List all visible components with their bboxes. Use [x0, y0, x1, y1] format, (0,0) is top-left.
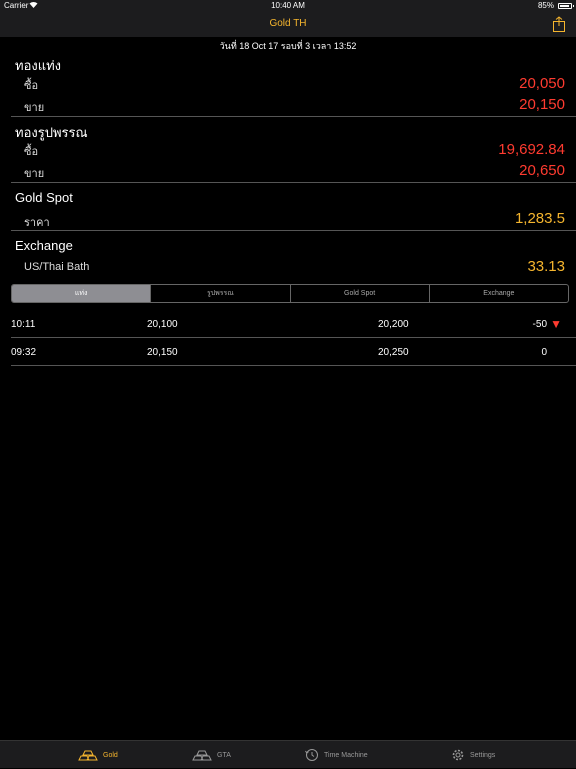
status-bar: Carrier 10:40 AM 85% — [0, 0, 576, 12]
tab-settings[interactable]: Settings — [451, 741, 495, 769]
history-time: 09:32 — [11, 347, 37, 358]
exchange-rate-value: 33.13 — [527, 258, 565, 275]
tab-gta-label: GTA — [217, 751, 231, 759]
tab-time-machine-label: Time Machine — [324, 751, 368, 759]
gold-spot-price-label: ราคา — [24, 217, 50, 229]
history-buy: 20,150 — [147, 347, 178, 358]
divider — [11, 365, 576, 366]
battery-icon — [558, 3, 574, 9]
gold-bars-outline-icon — [192, 750, 212, 761]
navigation-bar: Gold TH — [0, 12, 576, 37]
gold-bar-buy-label: ซื้อ — [24, 80, 39, 92]
gold-ornament-title: ทองรูปพรรณ — [15, 125, 88, 140]
gold-ornament-buy-label: ซื้อ — [24, 146, 39, 158]
history-change: -50 — [532, 319, 547, 330]
history-time: 10:11 — [11, 319, 36, 330]
gold-ornament-sell-value: 20,650 — [519, 162, 565, 179]
gold-bar-sell-value: 20,150 — [519, 96, 565, 113]
gold-spot-price-value: 1,283.5 — [514, 210, 565, 227]
history-sell: 20,250 — [378, 347, 409, 358]
table-row: 09:32 20,150 20,250 0 — [0, 338, 576, 366]
history-buy: 20,100 — [147, 319, 178, 330]
gold-bar-title: ทองแท่ง — [15, 58, 62, 73]
gear-icon — [452, 749, 464, 761]
tab-gold-label: Gold — [103, 751, 118, 759]
divider — [11, 230, 576, 231]
divider — [11, 182, 576, 183]
gold-ornament-buy-value: 19,692.84 — [498, 141, 565, 158]
down-arrow-icon: ▼ — [550, 317, 562, 331]
tab-time-machine[interactable]: Time Machine — [305, 741, 368, 769]
tab-bar: Gold GTA Time Machine Settings — [0, 740, 576, 768]
gold-bars-icon — [78, 750, 98, 761]
history-change: 0 — [541, 347, 547, 358]
segment-gold-bar[interactable]: แท่ง — [12, 285, 151, 302]
divider — [11, 116, 576, 117]
status-time: 10:40 AM — [271, 1, 305, 10]
gold-spot-title: Gold Spot — [15, 190, 73, 205]
exchange-title: Exchange — [15, 238, 73, 253]
tab-settings-label: Settings — [470, 751, 496, 759]
segment-gold-ornament[interactable]: รูปพรรณ — [150, 285, 289, 302]
segment-gold-spot[interactable]: Gold Spot — [289, 285, 429, 302]
segment-exchange[interactable]: Exchange — [428, 285, 568, 302]
tab-gta[interactable]: GTA — [192, 741, 231, 769]
gold-bar-sell-label: ขาย — [24, 102, 45, 114]
share-icon[interactable] — [552, 16, 566, 32]
tab-gold[interactable]: Gold — [78, 741, 118, 769]
page-title: Gold TH — [269, 18, 307, 29]
segmented-control: แท่ง รูปพรรณ Gold Spot Exchange — [11, 284, 569, 303]
history-sell: 20,200 — [378, 319, 409, 330]
clock-history-icon — [305, 749, 318, 761]
gold-ornament-sell-label: ขาย — [24, 168, 45, 180]
gold-bar-buy-value: 20,050 — [519, 75, 565, 92]
battery-percent: 85% — [537, 1, 554, 10]
last-updated-text: วันที่ 18 Oct 17 รอบที่ 3 เวลา 13:52 — [219, 41, 357, 51]
table-row: 10:11 20,100 20,200 -50 ▼ — [0, 310, 576, 338]
exchange-rate-label: US/Thai Bath — [24, 261, 90, 273]
